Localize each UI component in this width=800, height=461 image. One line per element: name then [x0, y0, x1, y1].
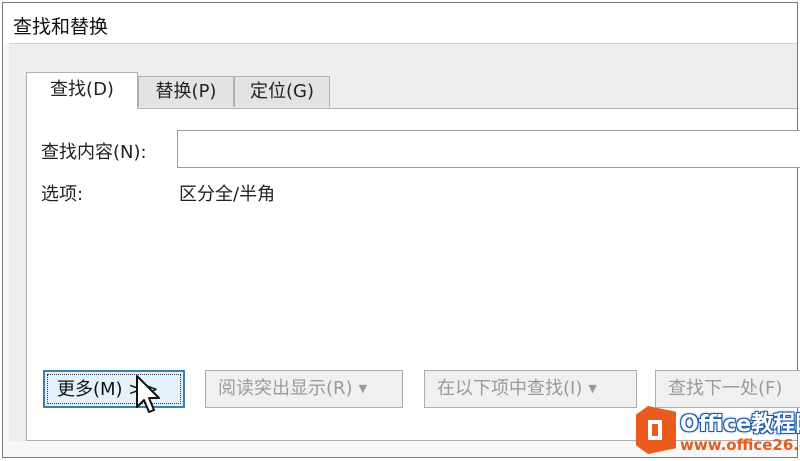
options-label: 选项: — [41, 184, 84, 205]
find-in-label: 在以下项中查找(I) — [437, 378, 583, 399]
mouse-pointer-icon — [136, 375, 160, 413]
find-next-button[interactable]: 查找下一处(F) — [655, 370, 800, 408]
dialog-body: 查找(D) 替换(P) 定位(G) 查找内容(N): 选项: 区分全/半角 更多… — [9, 43, 800, 441]
find-in-button[interactable]: 在以下项中查找(I) ▼ — [424, 370, 637, 408]
chevron-down-icon: ▼ — [358, 382, 368, 395]
tab-find[interactable]: 查找(D) — [26, 72, 138, 109]
tab-goto[interactable]: 定位(G) — [234, 76, 330, 107]
dialog-title: 查找和替换 — [13, 16, 109, 38]
tab-replace[interactable]: 替换(P) — [138, 76, 234, 107]
find-what-label: 查找内容(N): — [41, 142, 147, 163]
find-replace-dialog: 查找和替换 查找(D) 替换(P) 定位(G) 查找内容(N): 选项: 区分全… — [2, 2, 800, 458]
reading-highlight-button[interactable]: 阅读突出显示(R) ▼ — [205, 370, 403, 408]
office-logo-icon — [636, 406, 676, 454]
chevron-down-icon: ▼ — [588, 382, 597, 395]
reading-highlight-label: 阅读突出显示(R) — [218, 378, 353, 399]
options-value: 区分全/半角 — [179, 184, 276, 205]
watermark-title: Office教程网 — [680, 412, 800, 437]
title-bar[interactable]: 查找和替换 — [3, 3, 797, 43]
watermark-url: www.office26.com — [680, 436, 800, 454]
site-watermark: Office教程网 www.office26.com — [636, 404, 800, 461]
find-what-input[interactable] — [177, 130, 800, 168]
